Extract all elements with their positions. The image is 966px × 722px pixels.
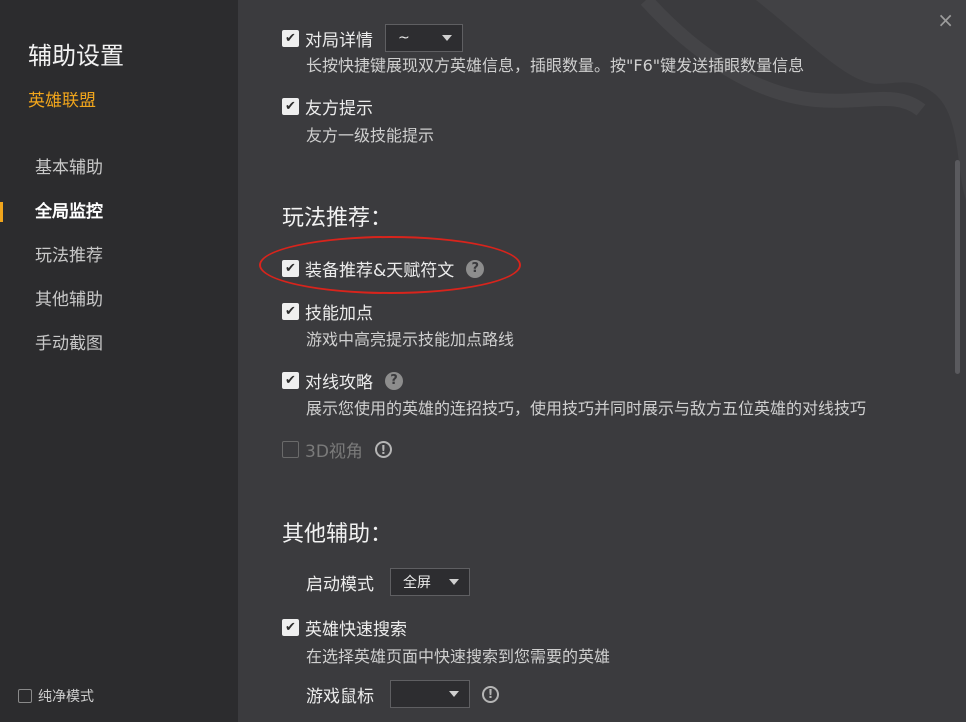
launch-mode-value: 全屏 (403, 575, 431, 591)
equip-rune-label: 装备推荐&天赋符文 (305, 261, 455, 281)
game-mouse-label: 游戏鼠标 (306, 686, 374, 707)
hero-search-checkbox[interactable]: ✔ (282, 619, 299, 636)
gameplay-section-title: 玩法推荐： (282, 206, 393, 231)
sidebar-nav: 基本辅助 全局监控 玩法推荐 其他辅助 手动截图 (0, 152, 238, 372)
view3d-checkbox (282, 441, 299, 458)
enemy-info-checkbox[interactable]: ✔ (282, 29, 299, 47)
pure-mode-label: 纯净模式 (38, 689, 94, 705)
skill-points-checkbox[interactable]: ✔ (282, 303, 299, 320)
pure-mode-toggle[interactable]: 纯净模式 (18, 686, 94, 706)
launch-mode-label: 启动模式 (306, 574, 374, 595)
info-warning-icon[interactable]: ! (374, 441, 392, 458)
hero-search-label: 英雄快速搜索 (305, 620, 407, 640)
settings-content: × ✔ 对局详情 ~ 长按快捷键展现双方英雄信息，插眼数量。按"F6"键发送插眼… (238, 0, 966, 722)
help-icon[interactable]: ? (385, 371, 403, 390)
skill-points-row: ✔ 技能加点 (282, 299, 373, 324)
lane-strategy-desc: 展示您使用的英雄的连招技巧，使用技巧并同时展示与敌方五位英雄的对线技巧 (306, 399, 867, 418)
launch-mode-select[interactable]: 全屏 (390, 568, 470, 596)
enemy-info-row: ✔ 对局详情 ~ (282, 24, 463, 52)
nav-item-gameplay[interactable]: 玩法推荐 (0, 240, 238, 284)
info-warning-icon[interactable]: ! (482, 685, 499, 703)
nav-item-screenshot[interactable]: 手动截图 (0, 328, 238, 372)
lane-strategy-label: 对线攻略 (305, 373, 373, 393)
enemy-info-label: 对局详情 (305, 30, 373, 51)
enemy-info-hotkey-select[interactable]: ~ (385, 24, 463, 52)
sidebar-title: 辅助设置 (28, 42, 124, 70)
chevron-down-icon (442, 35, 452, 41)
hero-search-desc: 在选择英雄页面中快速搜索到您需要的英雄 (306, 647, 611, 666)
view3d-row: 3D视角 ! (282, 437, 392, 462)
equip-rune-row: ✔ 装备推荐&天赋符文 ? (282, 256, 485, 281)
enemy-info-desc: 长按快捷键展现双方英雄信息，插眼数量。按"F6"键发送插眼数量信息 (306, 56, 805, 75)
game-name: 英雄联盟 (28, 91, 96, 111)
lane-strategy-row: ✔ 对线攻略 ? (282, 368, 403, 393)
game-mouse-select[interactable] (390, 680, 470, 708)
background-swoosh-graphic (640, 0, 966, 200)
game-mouse-row: 游戏鼠标 ! (306, 680, 499, 708)
pure-mode-checkbox[interactable] (18, 689, 32, 703)
skill-points-label: 技能加点 (305, 304, 373, 324)
equip-rune-checkbox[interactable]: ✔ (282, 260, 299, 277)
other-section-title: 其他辅助： (282, 522, 393, 547)
help-icon[interactable]: ? (466, 259, 485, 278)
enemy-info-hotkey-value: ~ (398, 30, 410, 46)
nav-item-basic[interactable]: 基本辅助 (0, 152, 238, 196)
nav-item-other[interactable]: 其他辅助 (0, 284, 238, 328)
sidebar: 辅助设置 英雄联盟 基本辅助 全局监控 玩法推荐 其他辅助 手动截图 纯净模式 (0, 0, 238, 722)
hero-search-row: ✔ 英雄快速搜索 (282, 615, 407, 640)
chevron-down-icon (449, 579, 459, 585)
lane-strategy-checkbox[interactable]: ✔ (282, 372, 299, 389)
ally-tip-row: ✔ 友方提示 (282, 94, 373, 119)
scrollbar-thumb[interactable] (955, 160, 960, 374)
ally-tip-checkbox[interactable]: ✔ (282, 98, 299, 115)
skill-points-desc: 游戏中高亮提示技能加点路线 (306, 330, 515, 349)
ally-tip-label: 友方提示 (305, 99, 373, 119)
nav-item-global-monitor[interactable]: 全局监控 (0, 196, 238, 240)
chevron-down-icon (449, 691, 459, 697)
launch-mode-row: 启动模式 全屏 (306, 568, 470, 596)
close-icon[interactable]: × (937, 10, 954, 30)
view3d-label: 3D视角 (305, 442, 363, 462)
ally-tip-desc: 友方一级技能提示 (306, 126, 435, 145)
